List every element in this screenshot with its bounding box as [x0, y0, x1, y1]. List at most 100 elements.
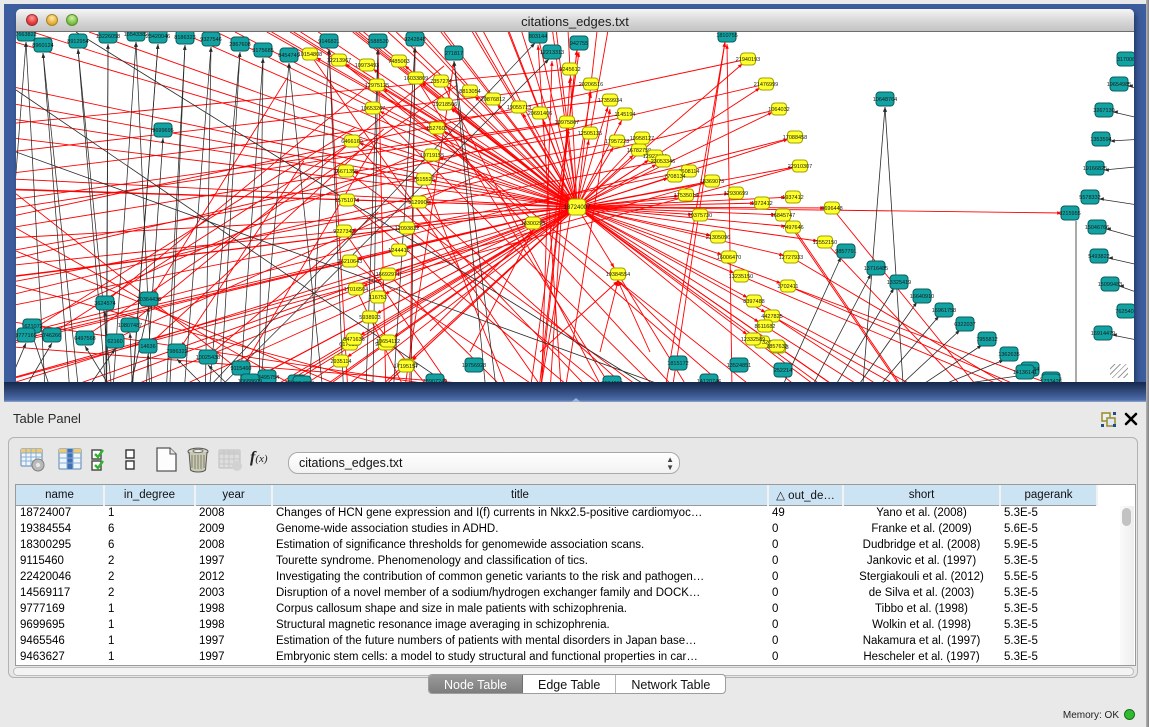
svg-text:271817: 271817 — [445, 51, 463, 57]
svg-text:12213313: 12213313 — [540, 50, 564, 56]
svg-text:1810755: 1810755 — [716, 33, 737, 39]
svg-text:12332589: 12332589 — [741, 337, 765, 343]
svg-text:14136141: 14136141 — [1013, 370, 1037, 376]
svg-text:13226058: 13226058 — [96, 34, 120, 40]
svg-text:15751074: 15751074 — [335, 198, 359, 204]
svg-text:2935114: 2935114 — [330, 359, 351, 365]
svg-text:16671355: 16671355 — [334, 169, 358, 175]
svg-text:7857632: 7857632 — [766, 344, 787, 350]
svg-text:14636: 14636 — [140, 344, 155, 350]
svg-text:13235150: 13235150 — [729, 274, 753, 280]
svg-text:62160: 62160 — [107, 339, 122, 345]
svg-text:10025438: 10025438 — [196, 355, 220, 361]
svg-text:8912954: 8912954 — [67, 39, 88, 45]
svg-text:7986322: 7986322 — [166, 349, 187, 355]
svg-text:23420046: 23420046 — [146, 34, 170, 40]
svg-text:12975125: 12975125 — [365, 83, 389, 89]
svg-text:16914479: 16914479 — [1091, 331, 1115, 337]
svg-text:12093832: 12093832 — [395, 226, 419, 232]
svg-text:23053346: 23053346 — [651, 159, 675, 165]
svg-text:9696448: 9696448 — [821, 206, 842, 212]
svg-text:18724007: 18724007 — [564, 205, 591, 211]
svg-text:10375730: 10375730 — [688, 213, 712, 219]
svg-text:15099483: 15099483 — [1098, 282, 1122, 288]
svg-text:16033809: 16033809 — [404, 76, 428, 82]
svg-text:7485063: 7485063 — [388, 59, 409, 65]
svg-text:13325419: 13325419 — [887, 280, 911, 286]
svg-text:16961758: 16961758 — [932, 308, 956, 314]
svg-text:16006470: 16006470 — [717, 255, 741, 261]
svg-text:3215955: 3215955 — [1059, 211, 1080, 217]
svg-text:942755: 942755 — [570, 41, 588, 47]
svg-text:1815172: 1815172 — [667, 361, 688, 367]
svg-text:3175685: 3175685 — [252, 48, 273, 54]
svg-text:8471636: 8471636 — [343, 337, 364, 343]
svg-text:21305096: 21305096 — [706, 235, 730, 241]
svg-text:10154808: 10154808 — [298, 52, 322, 58]
svg-text:21476999: 21476999 — [754, 82, 778, 88]
svg-text:22910307: 22910307 — [788, 164, 812, 170]
svg-text:19166825: 19166825 — [1083, 166, 1107, 172]
svg-text:15046766: 15046766 — [1085, 225, 1109, 231]
svg-text:20876812: 20876812 — [481, 97, 505, 103]
svg-text:16845747: 16845747 — [771, 213, 795, 219]
svg-text:1527602: 1527602 — [426, 126, 447, 132]
svg-text:20364436: 20364436 — [137, 297, 161, 303]
svg-text:5578332: 5578332 — [1079, 195, 1100, 201]
svg-text:3702411: 3702411 — [777, 284, 798, 290]
svg-text:6497568: 6497568 — [74, 336, 95, 342]
svg-text:12930699: 12930699 — [724, 191, 748, 197]
svg-text:7357274: 7357274 — [430, 79, 451, 85]
svg-text:6322037: 6322037 — [954, 322, 975, 328]
svg-text:1972412: 1972412 — [751, 201, 772, 207]
svg-text:7663822: 7663822 — [16, 32, 37, 38]
svg-text:17535014: 17535014 — [674, 193, 698, 199]
svg-text:17016504: 17016504 — [344, 287, 368, 293]
svg-text:317006: 317006 — [1117, 57, 1134, 63]
svg-text:9857791: 9857791 — [835, 249, 856, 255]
svg-text:15692971: 15692971 — [376, 272, 400, 278]
svg-text:12213967: 12213967 — [327, 58, 351, 64]
svg-text:10807487: 10807487 — [118, 323, 142, 329]
svg-text:12552150: 12552150 — [813, 240, 837, 246]
svg-text:9245612: 9245612 — [559, 67, 580, 73]
svg-text:9327546: 9327546 — [200, 37, 221, 43]
svg-text:7497646: 7497646 — [782, 225, 803, 231]
svg-text:16543382: 16543382 — [124, 32, 148, 38]
svg-text:1937412: 1937412 — [782, 195, 803, 201]
svg-text:116753: 116753 — [369, 295, 387, 301]
svg-text:803144: 803144 — [529, 34, 547, 40]
svg-text:17088458: 17088458 — [783, 135, 807, 141]
svg-text:3624574: 3624574 — [94, 301, 115, 307]
svg-text:12727933: 12727933 — [779, 255, 803, 261]
svg-text:19654985: 19654985 — [1107, 82, 1131, 88]
svg-text:19218506: 19218506 — [433, 102, 457, 108]
svg-text:8813054: 8813054 — [459, 89, 480, 95]
svg-text:252214: 252214 — [774, 368, 792, 374]
svg-text:17195157: 17195157 — [394, 364, 418, 370]
svg-text:9146821: 9146821 — [318, 39, 339, 45]
svg-text:8186323: 8186323 — [174, 35, 195, 41]
svg-text:19756928: 19756928 — [462, 363, 486, 369]
svg-text:10653267: 10653267 — [361, 106, 385, 112]
svg-text:8454749: 8454749 — [278, 53, 299, 59]
svg-text:9777169: 9777169 — [16, 333, 37, 339]
svg-text:7955812: 7955812 — [976, 337, 997, 343]
svg-text:1064032: 1064032 — [768, 107, 789, 113]
svg-text:7625402: 7625402 — [1115, 309, 1134, 315]
svg-text:18300295: 18300295 — [521, 221, 545, 227]
svg-text:16640910: 16640910 — [910, 294, 934, 300]
svg-text:7515526: 7515526 — [413, 177, 434, 183]
svg-text:6466160: 6466160 — [341, 139, 362, 145]
svg-text:10719155: 10719155 — [420, 153, 444, 159]
svg-text:9129906: 9129906 — [408, 200, 429, 206]
svg-text:17359934: 17359934 — [598, 98, 622, 104]
svg-text:20691406: 20691406 — [528, 111, 552, 117]
svg-text:1145194: 1145194 — [614, 112, 635, 118]
svg-text:10973493: 10973493 — [355, 63, 379, 69]
svg-text:8611682: 8611682 — [754, 324, 775, 330]
svg-text:16210643: 16210643 — [338, 259, 362, 265]
svg-text:9227342: 9227342 — [333, 229, 354, 235]
svg-text:10648764: 10648764 — [873, 97, 897, 103]
svg-text:7708134: 7708134 — [664, 174, 685, 180]
